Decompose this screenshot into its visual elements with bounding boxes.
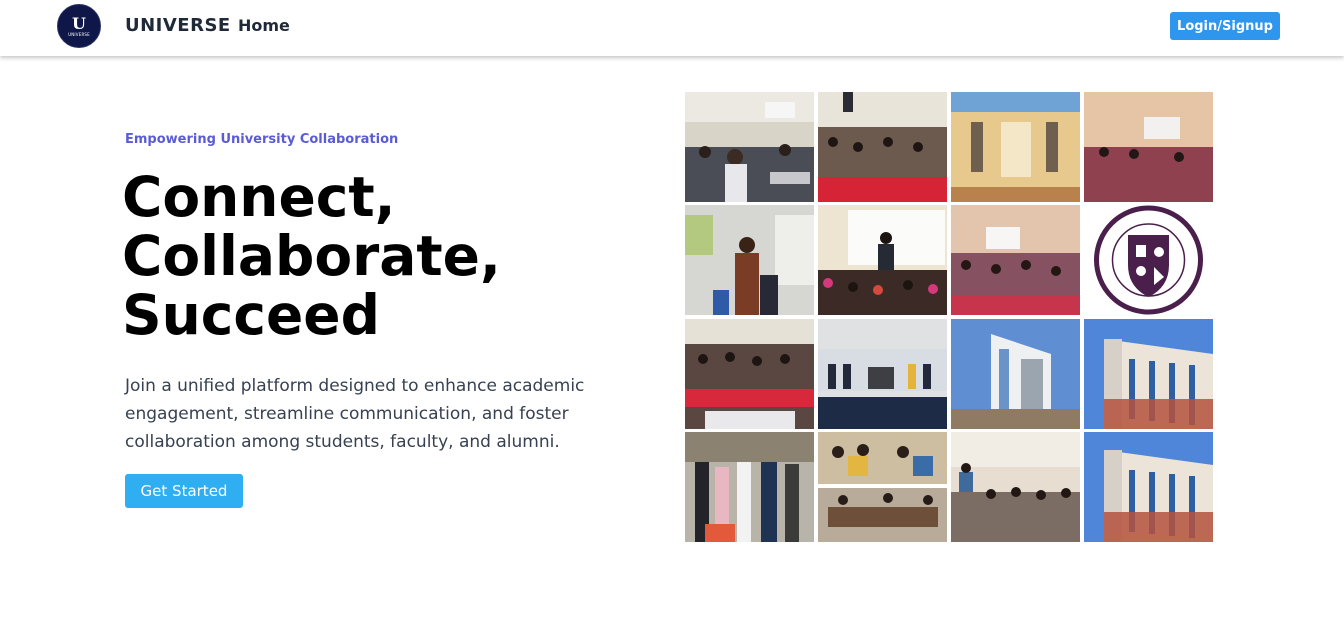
- stage-group-photo: [818, 318, 947, 429]
- gallery-tile-13: [685, 431, 814, 542]
- gallery-tile-10: [818, 318, 947, 429]
- hero-title-line-3: Succeed: [122, 283, 380, 347]
- gallery-tile-2: [818, 92, 947, 202]
- building-exterior-photo: [951, 318, 1080, 429]
- logo-wordmark: UNIVERSE: [68, 31, 90, 37]
- hero-title-line-1: Connect,: [122, 165, 396, 229]
- seminar-room-photo: [1084, 92, 1213, 202]
- gallery-tile-6: [818, 205, 947, 316]
- gallery-tile-8: [1084, 205, 1213, 316]
- gallery-tile-4: [1084, 92, 1213, 202]
- top-navbar: U UNIVERSE UNIVERSE Home Login/Signup: [0, 0, 1344, 56]
- get-started-button[interactable]: Get Started: [125, 474, 243, 508]
- speaker-presentation-photo: [685, 205, 814, 316]
- hero-title: Connect, Collaborate, Succeed: [122, 168, 642, 345]
- gallery-tile-15: [951, 431, 1080, 542]
- auditorium-session-photo: [951, 205, 1080, 316]
- department-logo-photo: [1084, 205, 1213, 316]
- building-facade-photo-2: [1084, 431, 1213, 542]
- gallery-tile-3: [951, 92, 1080, 202]
- universe-logo[interactable]: U UNIVERSE: [57, 4, 101, 48]
- gallery-tile-11: [951, 318, 1080, 429]
- building-facade-photo: [1084, 318, 1213, 429]
- teacher-whiteboard-photo: [818, 205, 947, 316]
- gallery-tile-16: [1084, 431, 1213, 542]
- students-class-photo: [685, 318, 814, 429]
- gallery-tile-1: [685, 92, 814, 202]
- classroom-lecture-photo: [685, 92, 814, 202]
- brand-name[interactable]: UNIVERSE: [125, 15, 231, 36]
- gallery-tile-7: [951, 205, 1080, 316]
- photo-gallery: [685, 92, 1213, 542]
- gallery-tile-9: [685, 318, 814, 429]
- students-seated-photo: [951, 431, 1080, 542]
- campus-building-photo: [951, 92, 1080, 202]
- gallery-tile-5: [685, 205, 814, 316]
- award-group-photo: [685, 431, 814, 542]
- gallery-tile-14: [818, 431, 947, 542]
- hero-description: Join a unified platform designed to enha…: [125, 376, 585, 452]
- nav-home-link[interactable]: Home: [238, 16, 290, 35]
- login-signup-button[interactable]: Login/Signup: [1170, 12, 1280, 40]
- lecture-hall-photo: [818, 92, 947, 202]
- hero-eyebrow: Empowering University Collaboration: [125, 132, 399, 147]
- gallery-tile-12: [1084, 318, 1213, 429]
- hero-title-line-2: Collaborate,: [122, 224, 501, 288]
- logo-u-glyph-icon: U: [72, 13, 86, 33]
- workshop-collage-photo: [818, 431, 947, 542]
